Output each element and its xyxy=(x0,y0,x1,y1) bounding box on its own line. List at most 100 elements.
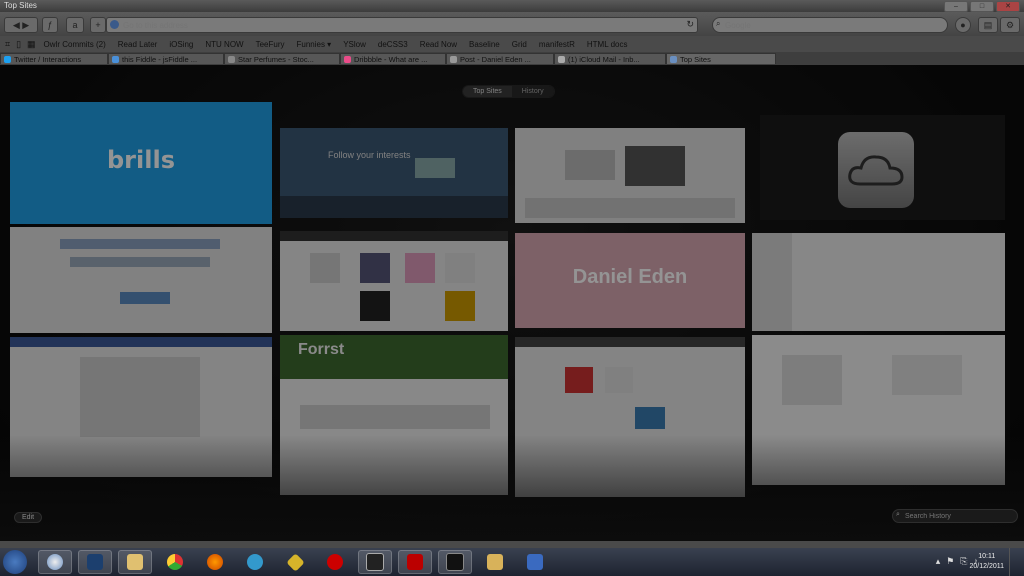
status-bar xyxy=(0,541,1024,548)
bookmark-item[interactable]: Baseline xyxy=(469,40,500,49)
search-icon: ⌕ xyxy=(896,511,900,518)
top-sites-grid-icon[interactable]: ▦ xyxy=(27,39,36,50)
site-label: Daniel Eden xyxy=(572,266,688,288)
reflection-fade xyxy=(0,435,1024,541)
search-input[interactable] xyxy=(725,18,935,32)
tab[interactable]: Twitter / Interactions xyxy=(0,53,108,64)
clock-date: 20/12/2011 xyxy=(969,563,1004,570)
tab-label: Twitter / Interactions xyxy=(14,54,82,64)
clock[interactable]: 10:11 20/12/2011 xyxy=(969,552,1004,572)
maximize-button[interactable]: □ xyxy=(970,1,994,12)
top-site-thumbnail[interactable] xyxy=(752,233,1005,331)
top-site-icloud[interactable] xyxy=(760,115,1005,220)
bookmark-item[interactable]: Read Later xyxy=(118,40,158,49)
globe-icon xyxy=(110,20,119,29)
page-menu-icon[interactable]: ▤ xyxy=(978,17,998,33)
tab[interactable]: Top Sites xyxy=(666,53,776,64)
tab-bar: Twitter / Interactions this Fiddle - jsFi… xyxy=(0,52,1024,65)
taskbar-explorer[interactable] xyxy=(478,550,512,574)
window-title: Top Sites xyxy=(4,1,37,10)
taskbar-filezilla[interactable] xyxy=(398,550,432,574)
taskbar-app[interactable] xyxy=(118,550,152,574)
history-icon[interactable]: ● xyxy=(955,17,971,33)
tab[interactable]: (1) iCloud Mail - Inb... xyxy=(554,53,666,64)
favicon-icon xyxy=(344,55,351,63)
taskbar-app[interactable] xyxy=(278,550,312,574)
reload-icon[interactable]: ↻ xyxy=(686,19,694,30)
taskbar-firefox[interactable] xyxy=(198,550,232,574)
window-titlebar: Top Sites – □ ✕ xyxy=(0,0,1024,12)
top-site-brills[interactable]: brills xyxy=(10,102,272,224)
taskbar-safari[interactable] xyxy=(38,550,72,574)
tab[interactable]: Star Perfumes - Stoc... xyxy=(224,53,340,64)
bookmark-item[interactable]: deCSS3 xyxy=(378,40,408,49)
tab-label: Dribbble - What are ... xyxy=(354,54,428,64)
site-label: Forrst xyxy=(298,341,345,358)
close-button[interactable]: ✕ xyxy=(996,1,1020,12)
address-input[interactable] xyxy=(123,18,683,32)
history-search[interactable]: ⌕ xyxy=(892,509,1018,523)
tab[interactable]: this Fiddle - jsFiddle ... xyxy=(108,53,224,64)
taskbar-photoshop[interactable] xyxy=(78,550,112,574)
favicon-icon xyxy=(112,55,119,63)
tab-label: (1) iCloud Mail - Inb... xyxy=(568,54,640,64)
top-site-thumbnail[interactable] xyxy=(10,227,272,333)
reading-list-icon[interactable]: ⌗ xyxy=(5,39,10,50)
bookmark-item[interactable]: manifestR xyxy=(539,40,575,49)
book-icon[interactable]: ▯ xyxy=(16,39,21,50)
bookmark-item[interactable]: Grid xyxy=(512,40,527,49)
search-box[interactable]: ⌕ xyxy=(712,17,948,33)
amazon-icon[interactable]: a xyxy=(66,17,84,33)
bookmark-item[interactable]: NTU NOW xyxy=(205,40,243,49)
address-bar[interactable]: ↻ xyxy=(106,17,698,33)
cloud-icon xyxy=(838,132,914,208)
network-icon[interactable]: ⎘ xyxy=(960,556,967,567)
top-site-follow[interactable]: Follow your interests xyxy=(280,128,508,218)
tab[interactable]: Post - Daniel Eden ... xyxy=(446,53,554,64)
start-button[interactable] xyxy=(3,550,27,574)
favicon-icon xyxy=(4,55,11,63)
windows-taskbar: ▴ ⚑ ⎘ ♪ 10:11 20/12/2011 xyxy=(0,548,1024,576)
bookmark-item[interactable]: HTML docs xyxy=(587,40,628,49)
favicon-icon xyxy=(558,55,565,63)
gear-icon[interactable]: ⚙ xyxy=(1000,17,1020,33)
back-forward-buttons[interactable]: ◀ ▶ xyxy=(4,17,38,33)
bookmark-item[interactable]: iOSing xyxy=(169,40,193,49)
edit-button[interactable]: Edit xyxy=(14,512,43,523)
site-label: Follow your interests xyxy=(328,150,411,160)
bookmark-folder[interactable]: Funnies ▾ xyxy=(297,40,332,49)
taskbar-opera[interactable] xyxy=(318,550,352,574)
tab[interactable]: Dribbble - What are ... xyxy=(340,53,446,64)
browser-toolbar: ◀ ▶ ƒ a + ↻ ⌕ ● ▤ ⚙ xyxy=(0,12,1024,36)
top-site-thumbnail[interactable] xyxy=(280,231,508,331)
script-icon[interactable]: ƒ xyxy=(42,17,58,33)
top-site-daniel-eden[interactable]: Daniel Eden xyxy=(515,233,745,328)
bookmarks-bar: ⌗ ▯ ▦ Owlr Commits (2) Read Later iOSing… xyxy=(0,36,1024,52)
show-desktop-button[interactable] xyxy=(1009,548,1024,576)
window-controls: – □ ✕ xyxy=(944,1,1020,12)
taskbar-app[interactable] xyxy=(358,550,392,574)
tab-label: Star Perfumes - Stoc... xyxy=(238,54,314,64)
taskbar-terminal[interactable] xyxy=(438,550,472,574)
bookmark-item[interactable]: YSlow xyxy=(343,40,366,49)
bookmark-item[interactable]: Read Now xyxy=(420,40,457,49)
bookmark-item[interactable]: Owlr Commits (2) xyxy=(44,40,106,49)
favicon-icon xyxy=(228,55,235,63)
site-label: brills xyxy=(107,146,175,174)
favicon-icon xyxy=(450,55,457,63)
top-sites-view: Top Sites History brills Follow your int… xyxy=(0,65,1024,541)
tab-label: Post - Daniel Eden ... xyxy=(460,54,531,64)
taskbar-network[interactable] xyxy=(518,550,552,574)
flag-icon[interactable]: ⚑ xyxy=(946,556,954,567)
bookmark-item[interactable]: TeeFury xyxy=(256,40,285,49)
taskbar-ie[interactable] xyxy=(238,550,272,574)
add-bookmark-button[interactable]: + xyxy=(90,17,106,33)
favicon-icon xyxy=(670,55,677,63)
history-search-input[interactable] xyxy=(905,510,1011,522)
tab-label: this Fiddle - jsFiddle ... xyxy=(122,54,198,64)
tab-label: Top Sites xyxy=(680,54,711,64)
taskbar-chrome[interactable] xyxy=(158,550,192,574)
chevron-up-icon[interactable]: ▴ xyxy=(936,556,941,567)
top-site-thumbnail[interactable] xyxy=(515,128,745,223)
minimize-button[interactable]: – xyxy=(944,1,968,12)
